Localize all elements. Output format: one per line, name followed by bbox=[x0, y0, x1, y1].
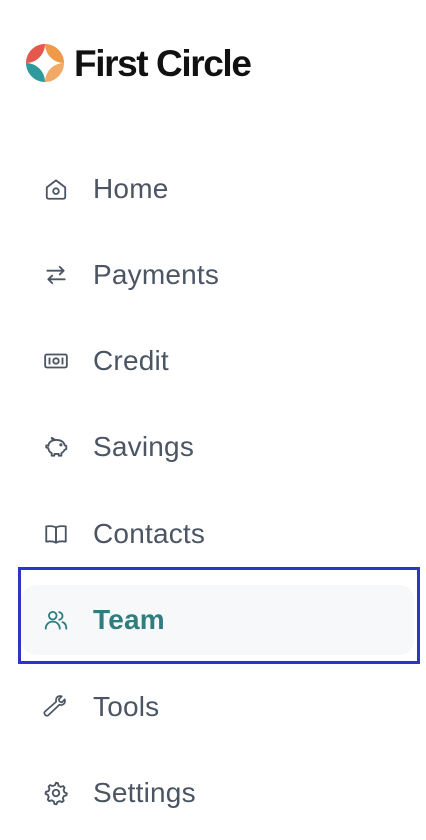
brand[interactable]: First Circle bbox=[26, 40, 252, 86]
nav-item-label: Settings bbox=[93, 777, 196, 808]
banknote-icon bbox=[42, 347, 70, 375]
nav-item-team[interactable]: Team bbox=[22, 585, 414, 655]
nav-item-label: Home bbox=[93, 173, 169, 204]
book-icon bbox=[42, 520, 70, 548]
arrows-left-right-icon bbox=[42, 261, 70, 289]
sidebar: First Circle Home Payments Credit Saving… bbox=[0, 0, 426, 840]
gear-icon bbox=[42, 779, 70, 807]
brand-name: First Circle bbox=[74, 42, 252, 84]
first-circle-logo-icon bbox=[26, 44, 64, 82]
nav-item-label: Tools bbox=[93, 691, 160, 722]
users-icon bbox=[42, 606, 70, 634]
home-icon bbox=[42, 175, 70, 203]
wrench-icon bbox=[42, 693, 70, 721]
nav-item-credit[interactable]: Credit bbox=[22, 326, 414, 396]
nav-item-settings[interactable]: Settings bbox=[22, 758, 414, 828]
nav-item-label: Contacts bbox=[93, 518, 206, 549]
nav-item-label: Team bbox=[93, 604, 165, 635]
nav-item-contacts[interactable]: Contacts bbox=[22, 499, 414, 569]
nav-item-home[interactable]: Home bbox=[22, 154, 414, 224]
nav-item-tools[interactable]: Tools bbox=[22, 672, 414, 742]
piggy-bank-icon bbox=[42, 433, 70, 461]
nav-item-label: Payments bbox=[93, 259, 220, 290]
nav-item-label: Savings bbox=[93, 431, 195, 462]
nav-item-label: Credit bbox=[93, 345, 169, 376]
nav-item-savings[interactable]: Savings bbox=[22, 412, 414, 482]
nav-item-payments[interactable]: Payments bbox=[22, 240, 414, 310]
